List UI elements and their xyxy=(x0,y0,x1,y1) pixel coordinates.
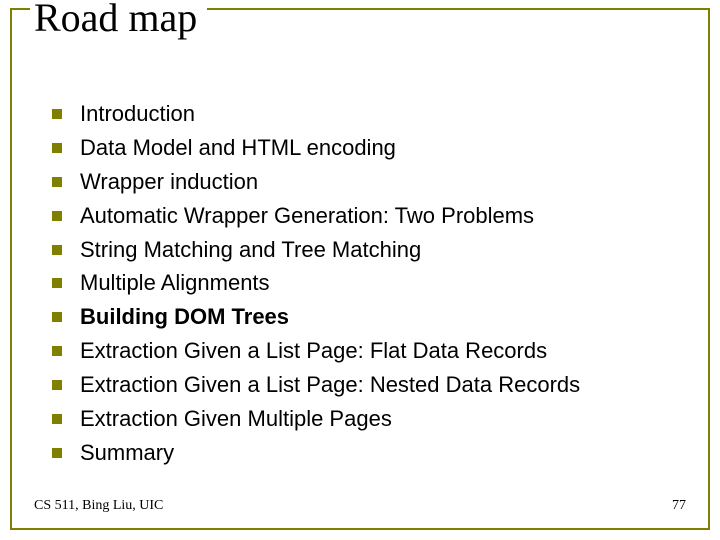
slide-title: Road map xyxy=(30,0,207,41)
slide-frame: Road map IntroductionData Model and HTML… xyxy=(10,8,710,530)
list-item: Multiple Alignments xyxy=(52,267,688,299)
list-item-text: Data Model and HTML encoding xyxy=(80,132,396,164)
list-item: Data Model and HTML encoding xyxy=(52,132,688,164)
list-item-text: Extraction Given a List Page: Flat Data … xyxy=(80,335,547,367)
list-item: String Matching and Tree Matching xyxy=(52,234,688,266)
list-item: Extraction Given a List Page: Nested Dat… xyxy=(52,369,688,401)
square-bullet-icon xyxy=(52,278,62,288)
list-item: Automatic Wrapper Generation: Two Proble… xyxy=(52,200,688,232)
page-number: 77 xyxy=(672,498,686,514)
square-bullet-icon xyxy=(52,143,62,153)
slide-footer: CS 511, Bing Liu, UIC 77 xyxy=(34,498,686,514)
square-bullet-icon xyxy=(52,177,62,187)
list-item: Introduction xyxy=(52,98,688,130)
list-item: Summary xyxy=(52,437,688,469)
square-bullet-icon xyxy=(52,211,62,221)
list-item-text: Multiple Alignments xyxy=(80,267,270,299)
list-item-text: Extraction Given Multiple Pages xyxy=(80,403,392,435)
list-item-text: Wrapper induction xyxy=(80,166,258,198)
square-bullet-icon xyxy=(52,380,62,390)
content-list: IntroductionData Model and HTML encoding… xyxy=(12,68,708,469)
square-bullet-icon xyxy=(52,346,62,356)
list-item-text: Automatic Wrapper Generation: Two Proble… xyxy=(80,200,534,232)
list-item: Wrapper induction xyxy=(52,166,688,198)
square-bullet-icon xyxy=(52,109,62,119)
list-item-text: Extraction Given a List Page: Nested Dat… xyxy=(80,369,580,401)
square-bullet-icon xyxy=(52,448,62,458)
list-item-text: Building DOM Trees xyxy=(80,301,289,333)
list-item: Building DOM Trees xyxy=(52,301,688,333)
square-bullet-icon xyxy=(52,414,62,424)
list-item-text: String Matching and Tree Matching xyxy=(80,234,421,266)
square-bullet-icon xyxy=(52,312,62,322)
title-area: Road map xyxy=(12,8,708,68)
list-item-text: Summary xyxy=(80,437,174,469)
footer-left: CS 511, Bing Liu, UIC xyxy=(34,498,163,514)
list-item-text: Introduction xyxy=(80,98,195,130)
list-item: Extraction Given Multiple Pages xyxy=(52,403,688,435)
square-bullet-icon xyxy=(52,245,62,255)
list-item: Extraction Given a List Page: Flat Data … xyxy=(52,335,688,367)
